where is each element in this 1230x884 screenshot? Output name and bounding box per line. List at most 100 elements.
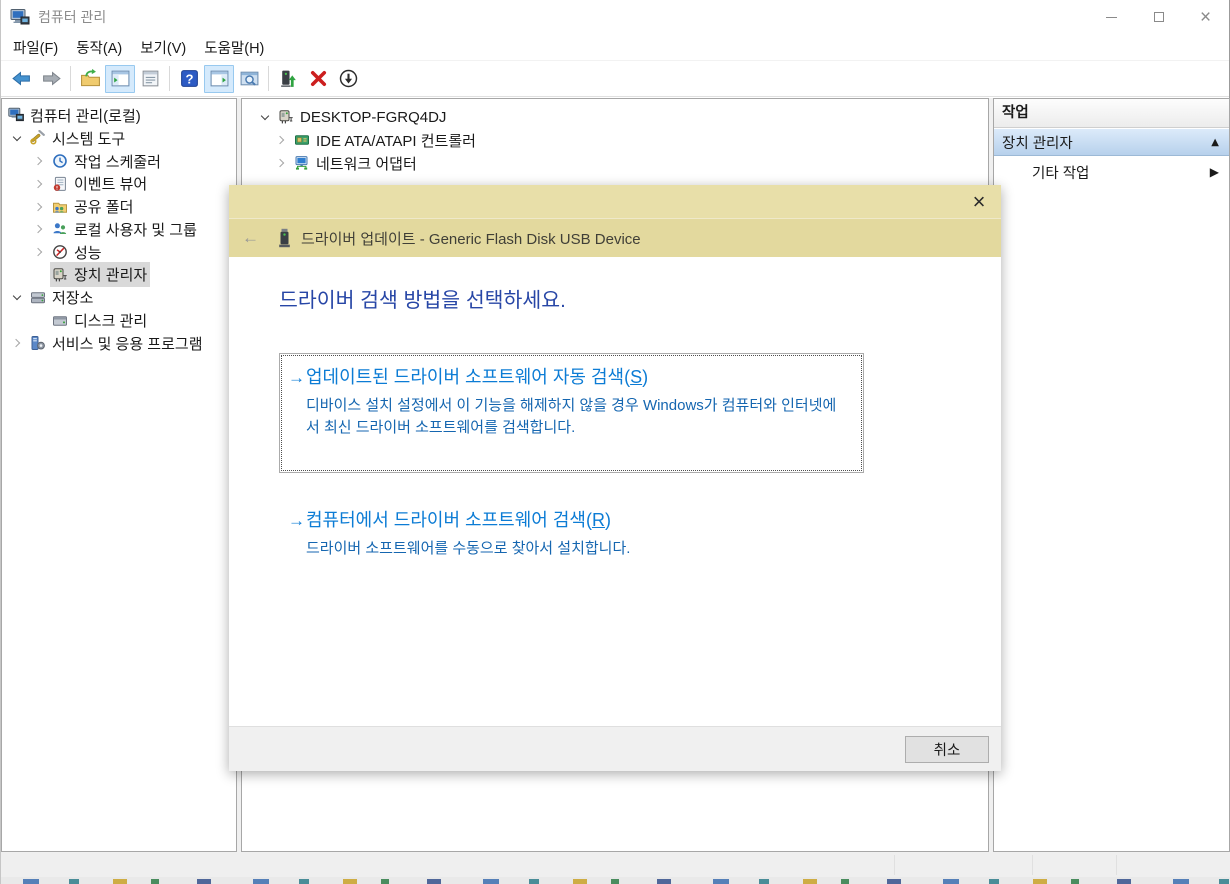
event-viewer-icon <box>52 176 68 192</box>
access-key: R <box>592 510 605 530</box>
dialog-title: 드라이버 업데이트 - Generic Flash Disk USB Devic… <box>301 228 641 249</box>
network-adapter-icon <box>294 155 310 171</box>
help-icon: ? <box>179 68 200 89</box>
forward-button[interactable] <box>36 65 66 93</box>
menu-file[interactable]: 파일(F) <box>4 34 67 61</box>
option-auto-search[interactable]: → 업데이트된 드라이버 소프트웨어 자동 검색(S) 디바이스 설치 설정에서… <box>279 353 864 473</box>
dialog-body: 드라이버 검색 방법을 선택하세요. → 업데이트된 드라이버 소프트웨어 자동… <box>229 257 1001 560</box>
tree-item-task-scheduler[interactable]: 작업 스케줄러 <box>2 150 236 173</box>
expand-chevron <box>28 267 50 283</box>
tree-item-services-applications[interactable]: 서비스 및 응용 프로그램 <box>2 332 236 355</box>
tree-item-label: 이벤트 뷰어 <box>74 173 147 194</box>
option-description: 드라이버 소프트웨어를 수동으로 찾아서 설치합니다. <box>306 538 858 560</box>
tree-item-label: 네트워크 어댑터 <box>316 153 417 174</box>
uninstall-x-icon <box>308 68 329 89</box>
tree-item-shared-folders[interactable]: 공유 폴더 <box>2 195 236 218</box>
option-title: 컴퓨터에서 드라이버 소프트웨어 검색(R) <box>306 506 611 532</box>
task-scheduler-icon <box>52 153 68 169</box>
close-icon: × <box>1200 8 1211 27</box>
device-tree: DESKTOP-FGRQ4DJ IDE ATA/ATAPI 컨트롤러 네트워크 … <box>242 99 988 174</box>
ide-controller-icon <box>294 132 310 148</box>
tree-item-label: DESKTOP-FGRQ4DJ <box>300 109 446 126</box>
expand-chevron[interactable] <box>6 335 28 351</box>
back-button[interactable] <box>6 65 36 93</box>
window-magnifier-icon <box>239 68 260 89</box>
uninstall-device-button[interactable] <box>303 65 333 93</box>
submenu-arrow-icon: ▶ <box>1210 165 1219 179</box>
device-tree-root[interactable]: DESKTOP-FGRQ4DJ <box>242 106 988 129</box>
collapse-triangle-icon[interactable]: ▲ <box>1211 137 1219 148</box>
dialog-footer: 취소 <box>229 726 1001 771</box>
console-tree: 컴퓨터 관리(로컬) 시스템 도구 작업 스케줄러 이벤트 뷰어 <box>2 99 236 355</box>
device-tree-ide-controllers[interactable]: IDE ATA/ATAPI 컨트롤러 <box>242 129 988 152</box>
disable-device-button[interactable] <box>333 65 363 93</box>
option-arrow-icon: → <box>288 511 306 531</box>
menu-view[interactable]: 보기(V) <box>131 34 195 61</box>
console-preview-button[interactable] <box>234 65 264 93</box>
actions-item-more-actions[interactable]: 기타 작업 ▶ <box>994 156 1229 188</box>
local-users-groups-icon <box>52 221 68 237</box>
close-button[interactable]: × <box>1182 0 1229 34</box>
tree-item-label: 로컬 사용자 및 그룹 <box>74 219 197 240</box>
device-tree-network-adapters[interactable]: 네트워크 어댑터 <box>242 152 988 175</box>
tree-item-label: IDE ATA/ATAPI 컨트롤러 <box>316 130 476 151</box>
actions-group-label: 장치 관리자 <box>1002 132 1211 153</box>
expand-chevron[interactable] <box>28 176 50 192</box>
tree-item-system-tools[interactable]: 시스템 도구 <box>2 127 236 150</box>
expand-chevron[interactable] <box>270 132 292 148</box>
expand-chevron[interactable] <box>28 199 50 215</box>
menu-help[interactable]: 도움말(H) <box>195 34 273 61</box>
properties-button[interactable] <box>135 65 165 93</box>
tree-item-label: 공유 폴더 <box>74 196 133 217</box>
tree-item-event-viewer[interactable]: 이벤트 뷰어 <box>2 172 236 195</box>
title-bar: 컴퓨터 관리 × <box>1 0 1229 34</box>
system-tools-icon <box>30 130 46 146</box>
help-button[interactable]: ? <box>174 65 204 93</box>
minimize-button[interactable] <box>1088 0 1135 34</box>
computer-management-icon <box>10 8 30 26</box>
expand-chevron[interactable] <box>6 290 28 306</box>
dialog-close-button[interactable]: × <box>966 188 992 216</box>
option-browse-computer[interactable]: → 컴퓨터에서 드라이버 소프트웨어 검색(R) 드라이버 소프트웨어를 수동으… <box>279 506 1001 560</box>
expand-chevron[interactable] <box>28 244 50 260</box>
storage-icon <box>30 290 46 306</box>
expand-chevron[interactable] <box>6 130 28 146</box>
show-action-pane-button[interactable] <box>204 65 234 93</box>
tree-item-disk-management[interactable]: 디스크 관리 <box>2 309 236 332</box>
forward-arrow-icon <box>41 68 62 89</box>
status-bar <box>1 853 1230 877</box>
expand-chevron[interactable] <box>270 155 292 171</box>
console-tree-pane: 컴퓨터 관리(로컬) 시스템 도구 작업 스케줄러 이벤트 뷰어 <box>1 98 237 852</box>
status-separator <box>1116 855 1117 875</box>
dialog-heading: 드라이버 검색 방법을 선택하세요. <box>279 283 1001 313</box>
tree-item-device-manager[interactable]: 장치 관리자 <box>2 264 236 287</box>
actions-item-label: 기타 작업 <box>1032 162 1089 183</box>
menu-action[interactable]: 동작(A) <box>67 34 131 61</box>
dialog-back-button[interactable]: ← <box>242 228 266 248</box>
tree-item-computer-management[interactable]: 컴퓨터 관리(로컬) <box>2 104 236 127</box>
update-driver-button[interactable] <box>273 65 303 93</box>
status-separator <box>1032 855 1033 875</box>
computer-management-icon <box>8 107 24 123</box>
tree-item-label: 장치 관리자 <box>74 264 147 285</box>
export-list-button[interactable] <box>75 65 105 93</box>
maximize-button[interactable] <box>1135 0 1182 34</box>
tree-item-label: 작업 스케줄러 <box>74 151 161 172</box>
tree-item-storage[interactable]: 저장소 <box>2 286 236 309</box>
export-folder-icon <box>80 68 101 89</box>
tree-item-local-users-groups[interactable]: 로컬 사용자 및 그룹 <box>2 218 236 241</box>
expand-chevron <box>28 313 50 329</box>
expand-chevron[interactable] <box>28 221 50 237</box>
cancel-button[interactable]: 취소 <box>905 736 989 763</box>
tree-item-performance[interactable]: 성능 <box>2 241 236 264</box>
disk-management-icon <box>52 313 68 329</box>
update-driver-icon <box>278 68 299 89</box>
expand-chevron[interactable] <box>254 109 276 125</box>
dialog-title-row: ← 드라이버 업데이트 - Generic Flash Disk USB Dev… <box>229 219 1001 257</box>
expand-chevron[interactable] <box>28 153 50 169</box>
usb-flash-drive-icon <box>278 228 291 249</box>
tree-item-label: 성능 <box>74 242 102 263</box>
actions-group-device-manager[interactable]: 장치 관리자 ▲ <box>994 128 1229 156</box>
taskbar-edge-sliver <box>1 877 1230 884</box>
show-console-tree-button[interactable] <box>105 65 135 93</box>
